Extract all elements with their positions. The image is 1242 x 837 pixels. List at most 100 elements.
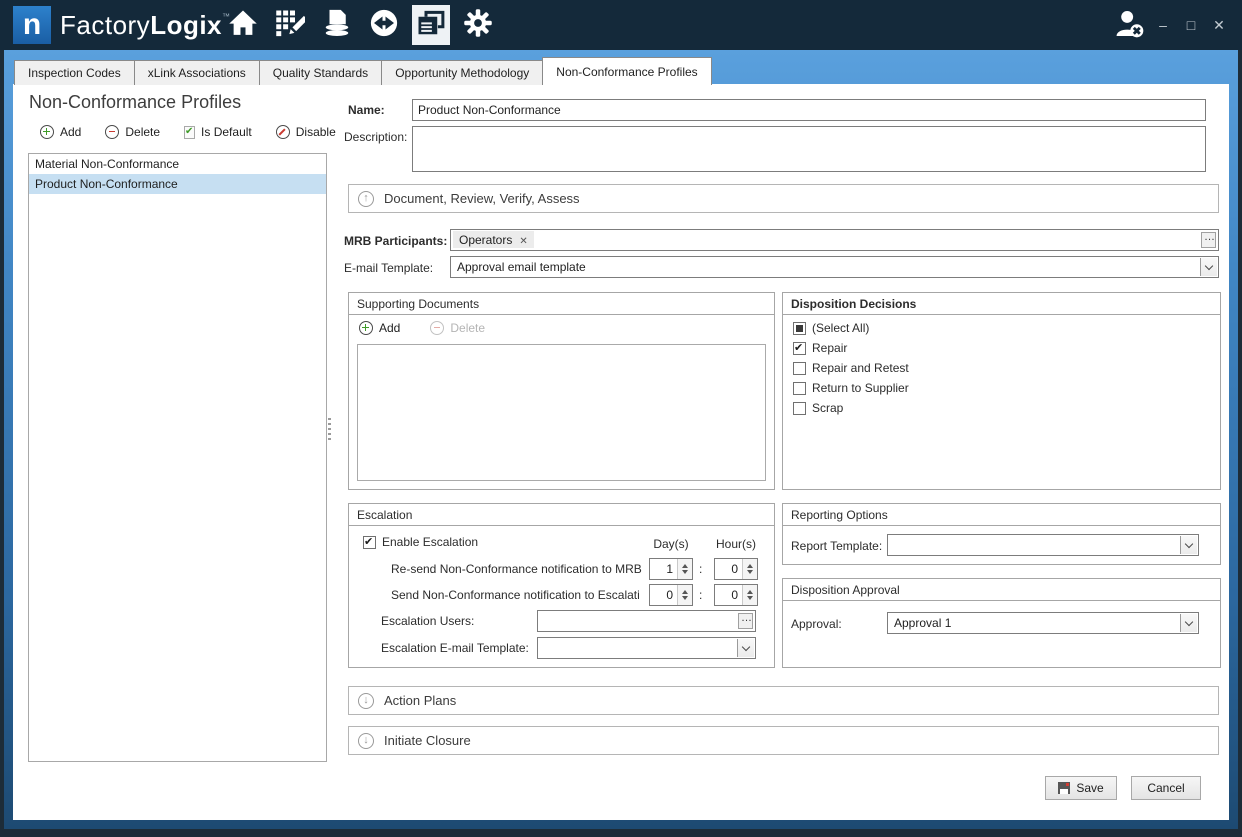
- list-item-material-non-conformance[interactable]: Material Non-Conformance: [29, 154, 326, 174]
- tab-strip: Inspection Codes xLink Associations Qual…: [14, 58, 712, 85]
- approval-select[interactable]: Approval 1: [887, 612, 1199, 634]
- checkbox-label: Enable Escalation: [382, 535, 478, 549]
- send-hours-stepper[interactable]: 0: [714, 584, 758, 606]
- checkbox-select-all[interactable]: (Select All): [793, 321, 869, 335]
- main-content: Non-Conformance Profiles Add Delete Is D…: [13, 84, 1229, 820]
- maximize-button[interactable]: □: [1184, 17, 1198, 33]
- stepper-buttons[interactable]: [742, 559, 757, 579]
- mrb-participants-field[interactable]: Operators: [450, 229, 1219, 251]
- disposition-decisions-group: Disposition Decisions (Select All) Repai…: [782, 292, 1221, 490]
- add-document-button[interactable]: Add: [359, 321, 400, 335]
- minimize-button[interactable]: –: [1156, 17, 1170, 33]
- checkbox-repair-and-retest[interactable]: Repair and Retest: [793, 361, 909, 375]
- disposition-approval-header: Disposition Approval: [783, 579, 1220, 601]
- logout-button[interactable]: [1110, 6, 1150, 46]
- stepper-value: 0: [715, 562, 742, 576]
- participant-tag: Operators: [453, 231, 534, 248]
- settings-nav-button[interactable]: [459, 5, 497, 45]
- tab-inspection-codes[interactable]: Inspection Codes: [14, 60, 135, 85]
- documents-nav-button-active[interactable]: [412, 5, 450, 45]
- checkbox-icon: [793, 362, 806, 375]
- description-label: Description:: [344, 130, 407, 144]
- close-button[interactable]: ✕: [1212, 17, 1226, 34]
- cancel-button-label: Cancel: [1147, 781, 1184, 795]
- checkbox-enable-escalation[interactable]: Enable Escalation: [363, 535, 478, 549]
- down-arrow-icon: [682, 570, 688, 574]
- home-icon: [228, 8, 258, 43]
- resend-mrb-label: Re-send Non-Conformance notification to …: [391, 562, 645, 576]
- description-input[interactable]: [412, 126, 1206, 172]
- resend-days-stepper[interactable]: 1: [649, 558, 693, 580]
- delete-profile-button[interactable]: Delete: [105, 125, 160, 139]
- remove-participant-icon[interactable]: [519, 233, 527, 247]
- delete-icon: [105, 125, 119, 139]
- default-check-icon: [184, 126, 195, 139]
- delete-profile-label: Delete: [125, 125, 160, 139]
- stepper-buttons[interactable]: [677, 585, 692, 605]
- expander-initiate-closure[interactable]: Initiate Closure: [348, 726, 1219, 755]
- is-default-button[interactable]: Is Default: [184, 125, 252, 139]
- up-arrow-icon: [747, 564, 753, 568]
- checkbox-icon: [793, 402, 806, 415]
- expander-document-label: Document, Review, Verify, Assess: [384, 191, 580, 206]
- checkbox-label: Repair and Retest: [812, 361, 909, 375]
- disposition-decisions-header: Disposition Decisions: [783, 293, 1220, 315]
- stepper-buttons[interactable]: [677, 559, 692, 579]
- report-template-label: Report Template:: [791, 539, 882, 553]
- resend-hours-stepper[interactable]: 0: [714, 558, 758, 580]
- supporting-documents-group: Supporting Documents Add Delete: [348, 292, 775, 490]
- window-controls: – □ ✕: [1156, 0, 1226, 50]
- is-default-label: Is Default: [201, 125, 252, 139]
- panel-splitter[interactable]: [328, 418, 331, 442]
- production-nav-button[interactable]: [271, 5, 309, 45]
- approval-dropdown-button[interactable]: [1180, 614, 1197, 632]
- stepper-buttons[interactable]: [742, 585, 757, 605]
- up-arrow-icon: [747, 590, 753, 594]
- checkbox-return-to-supplier[interactable]: Return to Supplier: [793, 381, 909, 395]
- escalation-users-field[interactable]: [537, 610, 756, 632]
- expand-arrow-icon: [358, 733, 374, 749]
- expander-action-plans[interactable]: Action Plans: [348, 686, 1219, 715]
- send-days-stepper[interactable]: 0: [649, 584, 693, 606]
- report-template-select[interactable]: [887, 534, 1199, 556]
- supporting-documents-list[interactable]: [357, 344, 766, 481]
- checkbox-label: Return to Supplier: [812, 381, 909, 395]
- tab-opportunity-methodology[interactable]: Opportunity Methodology: [381, 60, 543, 85]
- escalation-users-browse-button[interactable]: [738, 613, 753, 629]
- checkbox-repair[interactable]: Repair: [793, 341, 847, 355]
- tab-xlink-associations[interactable]: xLink Associations: [134, 60, 260, 85]
- email-template-dropdown-button[interactable]: [1200, 258, 1217, 276]
- circle-arrows-icon: [369, 8, 399, 43]
- email-template-value: Approval email template: [457, 260, 1196, 274]
- delete-document-button[interactable]: Delete: [430, 321, 485, 335]
- transfer-nav-button[interactable]: [365, 5, 403, 45]
- escalation-users-label: Escalation Users:: [381, 614, 474, 628]
- save-button[interactable]: Save: [1045, 776, 1117, 800]
- tab-non-conformance-profiles[interactable]: Non-Conformance Profiles: [542, 57, 711, 85]
- tab-quality-standards[interactable]: Quality Standards: [259, 60, 382, 85]
- name-input[interactable]: [412, 99, 1206, 121]
- mrb-browse-button[interactable]: [1201, 232, 1216, 248]
- chevron-down-icon: [1205, 261, 1213, 269]
- escalation-header: Escalation: [349, 504, 774, 526]
- down-arrow-icon: [747, 596, 753, 600]
- add-profile-button[interactable]: Add: [40, 125, 81, 139]
- materials-nav-button[interactable]: [318, 5, 356, 45]
- expander-document-review-verify-assess[interactable]: Document, Review, Verify, Assess: [348, 184, 1219, 213]
- disable-profile-label: Disable: [296, 125, 336, 139]
- email-template-select[interactable]: Approval email template: [450, 256, 1219, 278]
- checkbox-label: Scrap: [812, 401, 843, 415]
- brand-name: FactoryLogix™: [60, 0, 231, 50]
- report-template-dropdown-button[interactable]: [1180, 536, 1197, 554]
- escalation-template-dropdown-button[interactable]: [737, 639, 754, 657]
- checkbox-scrap[interactable]: Scrap: [793, 401, 843, 415]
- approval-label: Approval:: [791, 617, 842, 631]
- list-item-product-non-conformance[interactable]: Product Non-Conformance: [29, 174, 326, 194]
- disable-profile-button[interactable]: Disable: [276, 125, 336, 139]
- cancel-button[interactable]: Cancel: [1131, 776, 1201, 800]
- disposition-approval-group: Disposition Approval Approval: Approval …: [782, 578, 1221, 668]
- escalation-email-template-select[interactable]: [537, 637, 756, 659]
- user-logout-icon: [1113, 7, 1147, 46]
- checkbox-label: Repair: [812, 341, 847, 355]
- home-nav-button[interactable]: [224, 5, 262, 45]
